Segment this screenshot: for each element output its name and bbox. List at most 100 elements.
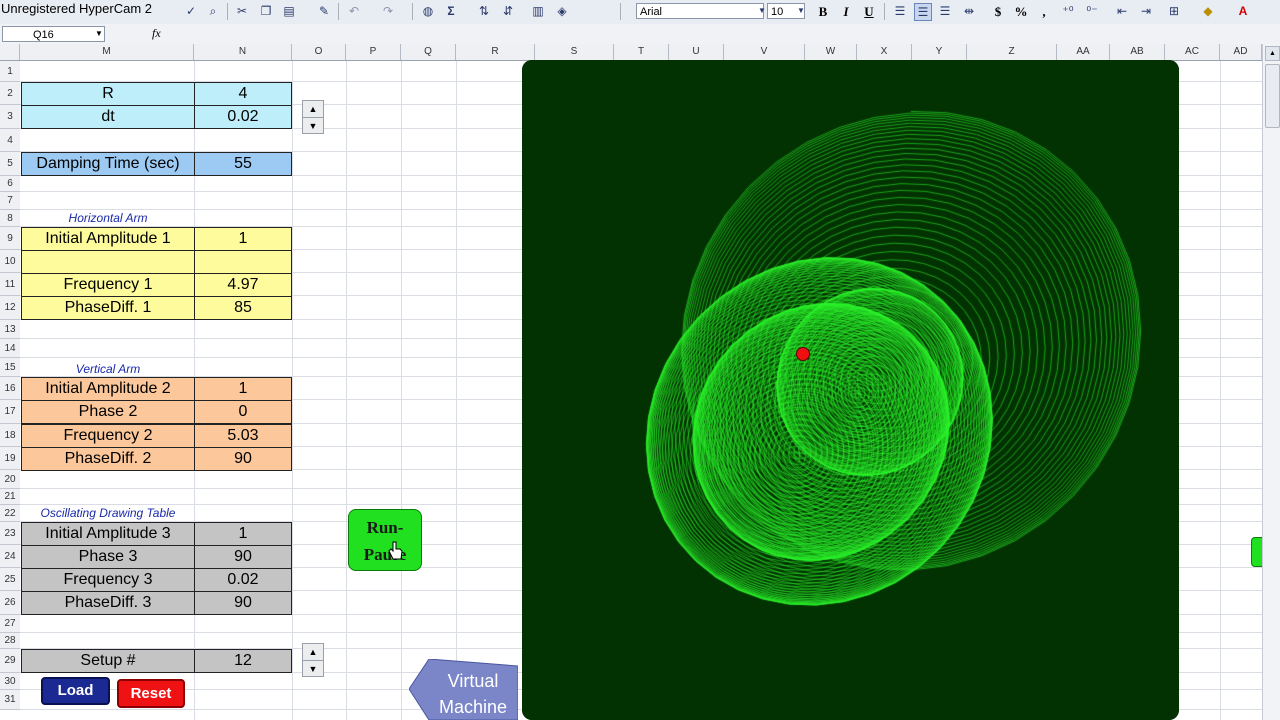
redo-icon[interactable]: ↷ bbox=[380, 3, 396, 19]
value-phasediff-1[interactable]: 85 bbox=[194, 296, 292, 320]
column-header-x[interactable]: X bbox=[857, 44, 912, 60]
row-header-11[interactable]: 11 bbox=[0, 273, 20, 296]
label-frequency-2[interactable]: Frequency 2 bbox=[21, 424, 195, 448]
value-r[interactable]: 4 bbox=[194, 82, 292, 106]
column-header-aa[interactable]: AA bbox=[1057, 44, 1110, 60]
percent-button[interactable]: % bbox=[1012, 3, 1030, 20]
column-header-r[interactable]: R bbox=[456, 44, 535, 60]
column-header-ad[interactable]: AD bbox=[1220, 44, 1262, 60]
borders-icon[interactable]: ⊞ bbox=[1166, 3, 1182, 19]
decrease-indent-icon[interactable]: ⇤ bbox=[1114, 3, 1130, 19]
value-frequency-2[interactable]: 5.03 bbox=[194, 424, 292, 448]
row-header-6[interactable]: 6 bbox=[0, 176, 20, 192]
load-button[interactable]: Load bbox=[41, 677, 110, 705]
dt-spinner[interactable]: ▲ ▼ bbox=[302, 100, 324, 134]
label-damping[interactable]: Damping Time (sec) bbox=[21, 152, 195, 176]
row-header-20[interactable]: 20 bbox=[0, 470, 20, 489]
scroll-thumb[interactable] bbox=[1265, 64, 1280, 128]
row-header-7[interactable]: 7 bbox=[0, 192, 20, 210]
row-header-29[interactable]: 29 bbox=[0, 649, 20, 673]
comma-style-button[interactable]: , bbox=[1035, 3, 1053, 20]
italic-button[interactable]: I bbox=[837, 3, 855, 20]
align-right-icon[interactable]: ☰ bbox=[937, 3, 953, 19]
row-header-12[interactable]: 12 bbox=[0, 296, 20, 320]
column-header-u[interactable]: U bbox=[669, 44, 724, 60]
label-initial-amplitude-1[interactable]: Initial Amplitude 1 bbox=[21, 227, 195, 251]
row-header-31[interactable]: 31 bbox=[0, 690, 20, 710]
paste-icon[interactable]: ▤ bbox=[281, 3, 297, 19]
column-header-t[interactable]: T bbox=[614, 44, 669, 60]
row-header-4[interactable]: 4 bbox=[0, 129, 20, 152]
column-header-ab[interactable]: AB bbox=[1110, 44, 1165, 60]
column-header-ac[interactable]: AC bbox=[1165, 44, 1220, 60]
chart-wizard-icon[interactable]: ▥ bbox=[530, 3, 546, 19]
row-header-10[interactable]: 10 bbox=[0, 250, 20, 273]
row-header-14[interactable]: 14 bbox=[0, 339, 20, 358]
empty-cell[interactable] bbox=[21, 250, 195, 274]
column-header-v[interactable]: V bbox=[724, 44, 805, 60]
row-header-19[interactable]: 19 bbox=[0, 447, 20, 470]
format-painter-icon[interactable]: ✎ bbox=[316, 3, 332, 19]
value-damping[interactable]: 55 bbox=[194, 152, 292, 176]
row-header-24[interactable]: 24 bbox=[0, 545, 20, 568]
row-header-13[interactable]: 13 bbox=[0, 320, 20, 339]
row-header-2[interactable]: 2 bbox=[0, 82, 20, 105]
run-pause-button[interactable]: Run- Pause bbox=[348, 509, 422, 571]
column-header-y[interactable]: Y bbox=[912, 44, 967, 60]
value-initial-amplitude-3[interactable]: 1 bbox=[194, 522, 292, 546]
value-phase-2[interactable]: 0 bbox=[194, 400, 292, 424]
function-icon[interactable]: fx bbox=[152, 26, 161, 41]
label-phasediff-2[interactable]: PhaseDiff. 2 bbox=[21, 447, 195, 471]
fill-color-icon[interactable]: ◆ bbox=[1200, 3, 1216, 19]
cut-icon[interactable]: ✂ bbox=[234, 3, 250, 19]
reset-button[interactable]: Reset bbox=[117, 679, 185, 708]
label-frequency-1[interactable]: Frequency 1 bbox=[21, 273, 195, 297]
label-frequency-3[interactable]: Frequency 3 bbox=[21, 568, 195, 592]
currency-button[interactable]: $ bbox=[989, 3, 1007, 20]
row-header-17[interactable]: 17 bbox=[0, 400, 20, 424]
label-setup[interactable]: Setup # bbox=[21, 649, 195, 673]
label-phase-2[interactable]: Phase 2 bbox=[21, 400, 195, 424]
bold-button[interactable]: B bbox=[814, 3, 832, 20]
spinner-down-icon[interactable]: ▼ bbox=[303, 118, 323, 134]
underline-button[interactable]: U bbox=[860, 3, 878, 20]
sort-ascending-icon[interactable]: ⇅ bbox=[476, 3, 492, 19]
name-box[interactable]: Q16 bbox=[2, 26, 105, 42]
column-header-n[interactable]: N bbox=[194, 44, 292, 60]
empty-cell[interactable] bbox=[194, 250, 292, 274]
align-left-icon[interactable]: ☰ bbox=[892, 3, 908, 19]
column-header-m[interactable]: M bbox=[20, 44, 194, 60]
value-phasediff-2[interactable]: 90 bbox=[194, 447, 292, 471]
undo-icon[interactable]: ↶ bbox=[346, 3, 362, 19]
autosum-icon[interactable]: Σ bbox=[443, 3, 459, 19]
column-header-p[interactable]: P bbox=[346, 44, 401, 60]
label-phasediff-3[interactable]: PhaseDiff. 3 bbox=[21, 591, 195, 615]
decrease-decimal-icon[interactable]: ⁰⁻ bbox=[1084, 3, 1100, 19]
font-color-icon[interactable]: A bbox=[1235, 3, 1251, 19]
align-center-icon[interactable]: ☰ bbox=[914, 3, 932, 21]
select-all-corner[interactable] bbox=[0, 44, 20, 60]
value-dt[interactable]: 0.02 bbox=[194, 105, 292, 129]
row-header-26[interactable]: 26 bbox=[0, 591, 20, 615]
copy-icon[interactable]: ❐ bbox=[258, 3, 274, 19]
drawing-icon[interactable]: ◈ bbox=[554, 3, 570, 19]
chevron-down-icon[interactable]: ▼ bbox=[95, 29, 103, 38]
spinner-down-icon[interactable]: ▼ bbox=[303, 661, 323, 677]
row-header-22[interactable]: 22 bbox=[0, 505, 20, 522]
hyperlink-icon[interactable]: ◍ bbox=[420, 3, 436, 19]
increase-decimal-icon[interactable]: ⁺⁰ bbox=[1060, 3, 1076, 19]
row-header-15[interactable]: 15 bbox=[0, 358, 20, 377]
row-header-5[interactable]: 5 bbox=[0, 152, 20, 176]
spinner-up-icon[interactable]: ▲ bbox=[303, 101, 323, 118]
row-header-1[interactable]: 1 bbox=[0, 61, 20, 82]
value-phase-3[interactable]: 90 bbox=[194, 545, 292, 569]
label-phasediff-1[interactable]: PhaseDiff. 1 bbox=[21, 296, 195, 320]
row-header-28[interactable]: 28 bbox=[0, 633, 20, 649]
value-frequency-1[interactable]: 4.97 bbox=[194, 273, 292, 297]
column-header-q[interactable]: Q bbox=[401, 44, 456, 60]
value-initial-amplitude-2[interactable]: 1 bbox=[194, 377, 292, 401]
row-header-25[interactable]: 25 bbox=[0, 568, 20, 591]
value-initial-amplitude-1[interactable]: 1 bbox=[194, 227, 292, 251]
sort-descending-icon[interactable]: ⇵ bbox=[500, 3, 516, 19]
row-header-18[interactable]: 18 bbox=[0, 424, 20, 447]
